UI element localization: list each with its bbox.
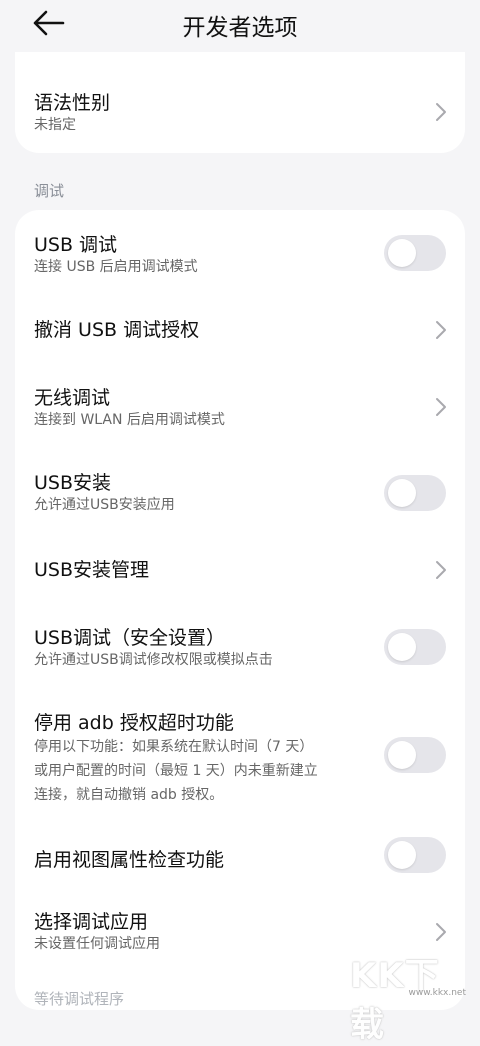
toggle-knob <box>388 479 416 507</box>
toggle-knob <box>388 239 416 267</box>
page-title: 开发者选项 <box>182 15 298 41</box>
select-debug-app-sub: 未设置任何调试应用 <box>34 936 160 952</box>
wireless-debug-item[interactable]: 无线调试 连接到 WLAN 后启用调试模式 <box>15 365 465 450</box>
usb-install-manage-item[interactable]: USB安装管理 <box>15 535 465 605</box>
select-debug-app-label: 选择调试应用 <box>34 911 149 933</box>
view-attribute-item[interactable]: 启用视图属性检查功能 <box>15 825 465 905</box>
chevron-right-icon <box>436 103 446 121</box>
adb-timeout-item[interactable]: 停用 adb 授权超时功能 停用以下功能：如果系统在默认时间（7 天） 或用户配… <box>15 695 465 825</box>
toggle-knob <box>388 633 416 661</box>
grammar-card: 语法性别 未指定 <box>15 52 465 153</box>
chevron-right-icon <box>436 398 446 416</box>
watermark: KK下载 www.kkx.net <box>350 948 470 1045</box>
view-attribute-label: 启用视图属性检查功能 <box>34 849 225 871</box>
toggle-knob <box>388 841 416 869</box>
usb-debug-toggle[interactable] <box>384 235 446 271</box>
usb-debug-label: USB 调试 <box>34 234 118 256</box>
top-bar: 开发者选项 <box>0 0 480 50</box>
usb-install-label: USB安装 <box>34 472 112 494</box>
grammar-gender-item[interactable]: 语法性别 未指定 <box>15 52 465 153</box>
revoke-usb-auth-label: 撤消 USB 调试授权 <box>34 319 200 341</box>
section-header-debug: 调试 <box>34 182 65 200</box>
watermark-url: www.kkx.net <box>408 988 467 998</box>
usb-debug-secure-toggle[interactable] <box>384 629 446 665</box>
usb-debug-secure-item[interactable]: USB调试（安全设置） 允许通过USB调试修改权限或模拟点击 <box>15 605 465 695</box>
grammar-gender-label: 语法性别 <box>34 92 111 114</box>
usb-debug-secure-label: USB调试（安全设置） <box>34 627 226 649</box>
wireless-debug-sub: 连接到 WLAN 后启用调试模式 <box>34 412 225 428</box>
toggle-knob <box>388 741 416 769</box>
section-header-wait-debugger: 等待调试程序 <box>34 990 125 1008</box>
wireless-debug-label: 无线调试 <box>34 387 111 409</box>
grammar-gender-value: 未指定 <box>34 117 76 133</box>
revoke-usb-auth-item[interactable]: 撤消 USB 调试授权 <box>15 295 465 365</box>
usb-install-toggle[interactable] <box>384 475 446 511</box>
chevron-right-icon <box>436 321 446 339</box>
adb-timeout-sub-line2: 或用户配置的时间（最短 1 天）内未重新建立 <box>34 763 318 779</box>
adb-timeout-label: 停用 adb 授权超时功能 <box>34 712 234 734</box>
chevron-right-icon <box>436 561 446 579</box>
usb-install-sub: 允许通过USB安装应用 <box>34 497 175 513</box>
chevron-right-icon <box>436 923 446 941</box>
usb-debug-secure-sub: 允许通过USB调试修改权限或模拟点击 <box>34 652 273 668</box>
adb-timeout-sub-line1: 停用以下功能：如果系统在默认时间（7 天） <box>34 739 314 755</box>
usb-debug-item[interactable]: USB 调试 连接 USB 后启用调试模式 <box>15 210 465 295</box>
adb-timeout-toggle[interactable] <box>384 737 446 773</box>
view-attribute-toggle[interactable] <box>384 837 446 873</box>
usb-debug-sub: 连接 USB 后启用调试模式 <box>34 259 198 275</box>
adb-timeout-sub-line3: 连接，就自动撤销 adb 授权。 <box>34 787 224 803</box>
usb-install-manage-label: USB安装管理 <box>34 559 150 581</box>
usb-install-item[interactable]: USB安装 允许通过USB安装应用 <box>15 450 465 535</box>
debug-card: USB 调试 连接 USB 后启用调试模式 撤消 USB 调试授权 无线调试 连… <box>15 210 465 1010</box>
